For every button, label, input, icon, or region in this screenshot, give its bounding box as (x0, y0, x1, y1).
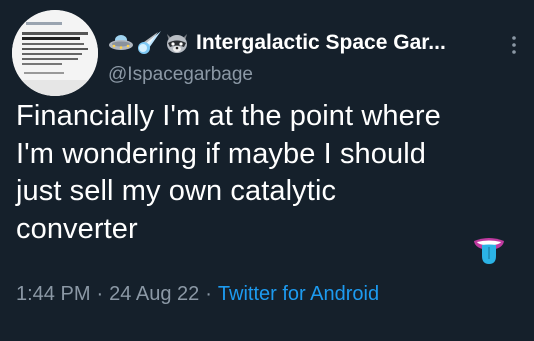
user-handle[interactable]: @Ispacegarbage (108, 64, 253, 86)
tweet-header: Intergalactic Space Gar... @Ispacegarbag… (108, 28, 518, 88)
comet-icon (136, 30, 162, 56)
mouth-tongue-icon (472, 232, 506, 266)
tweet-date[interactable]: 24 Aug 22 (109, 283, 199, 305)
display-name[interactable]: Intergalactic Space Gar... (196, 31, 446, 55)
avatar-image (12, 10, 98, 96)
raccoon-icon (164, 30, 190, 56)
avatar[interactable] (12, 10, 98, 96)
separator: · (96, 283, 104, 305)
vertical-ellipsis-icon[interactable] (510, 34, 518, 56)
tweet-card: Intergalactic Space Gar... @Ispacegarbag… (0, 0, 534, 341)
ufo-icon (108, 30, 134, 56)
name-row: Intergalactic Space Gar... (108, 28, 508, 58)
tweet-source-link[interactable]: Twitter for Android (218, 283, 379, 305)
tweet-time[interactable]: 1:44 PM (16, 283, 90, 305)
tweet-text: Financially I'm at the point where I'm w… (16, 100, 441, 245)
tweet-meta: 1:44 PM · 24 Aug 22 · Twitter for Android (16, 283, 379, 306)
separator: · (205, 283, 212, 305)
